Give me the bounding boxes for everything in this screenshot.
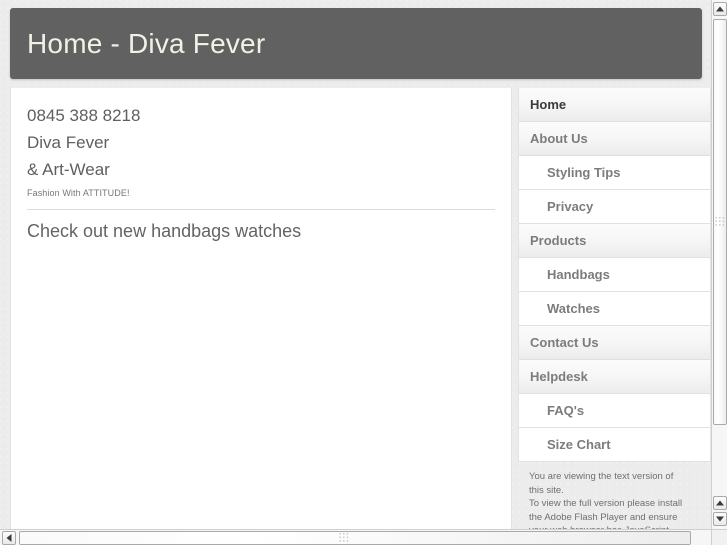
scroll-down-button[interactable]: [713, 512, 727, 526]
scroll-grip-icon: [715, 213, 725, 231]
contact-block: 0845 388 8218 Diva Fever & Art-Wear Fash…: [11, 88, 511, 200]
sidebar-item-styling-tips[interactable]: Styling Tips: [519, 156, 710, 190]
triangle-down-icon: [716, 516, 724, 522]
sidebar-item-contact-us[interactable]: Contact Us: [519, 326, 710, 360]
horizontal-scrollbar[interactable]: [0, 529, 711, 545]
sidebar-item-handbags[interactable]: Handbags: [519, 258, 710, 292]
content-divider: [27, 209, 495, 210]
sidebar-item-helpdesk[interactable]: Helpdesk: [519, 360, 710, 394]
promo-heading: Check out new handbags watches: [27, 221, 302, 241]
scroll-left-button[interactable]: [2, 531, 16, 545]
scroll-up-button-bottom[interactable]: [713, 496, 727, 510]
notice-line-2: this site.: [529, 484, 564, 496]
sidebar-item-about-us[interactable]: About Us: [519, 122, 710, 156]
notice-line-3: To view the full version please install: [529, 498, 683, 509]
notice-line-4: the Adobe Flash Player and ensure: [529, 511, 678, 523]
sidebar-item-faqs[interactable]: FAQ's: [519, 394, 710, 428]
sidebar-item-privacy[interactable]: Privacy: [519, 190, 710, 224]
scrollbar-corner: [711, 529, 727, 545]
main-content-panel: 0845 388 8218 Diva Fever & Art-Wear Fash…: [10, 87, 512, 529]
sidebar-item-size-chart[interactable]: Size Chart: [519, 428, 710, 462]
site-header-banner: Home - Diva Fever: [10, 8, 702, 79]
vertical-scroll-thumb[interactable]: [713, 19, 727, 425]
text-version-notice: You are viewing the text version of this…: [518, 461, 711, 529]
contact-name-2: & Art-Wear: [27, 160, 110, 179]
horizontal-scroll-thumb[interactable]: [19, 531, 691, 545]
contact-phone: 0845 388 8218: [27, 106, 141, 125]
sidebar-navigation: Home About Us Styling Tips Privacy Produ…: [518, 87, 711, 462]
sidebar-item-watches[interactable]: Watches: [519, 292, 710, 326]
triangle-up-icon: [716, 6, 724, 12]
contact-name: Diva Fever: [27, 133, 110, 152]
page-viewport: Home - Diva Fever 0845 388 8218 Diva Fev…: [0, 0, 711, 529]
vertical-scrollbar[interactable]: [711, 0, 727, 529]
sidebar-item-products[interactable]: Products: [519, 224, 710, 258]
triangle-up-icon: [716, 500, 724, 506]
triangle-left-icon: [6, 534, 12, 542]
sidebar-item-home[interactable]: Home: [519, 88, 710, 122]
scroll-grip-icon: [339, 529, 349, 545]
scroll-up-button-top[interactable]: [713, 2, 727, 16]
site-tagline: Fashion With ATTITUDE!: [27, 188, 130, 198]
page-title: Home - Diva Fever: [27, 27, 266, 59]
notice-line-1: You are viewing the text version of: [529, 471, 674, 482]
